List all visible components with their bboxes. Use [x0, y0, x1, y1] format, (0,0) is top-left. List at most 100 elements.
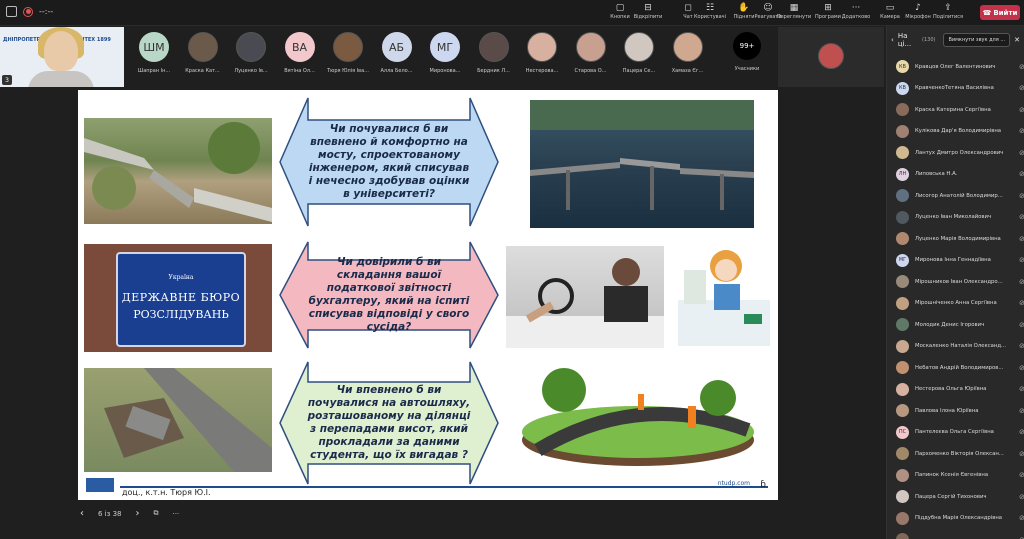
participant-tile[interactable]: Бердник Л... — [470, 32, 518, 74]
slide-url: ntudp.com — [717, 480, 750, 487]
participant-row-name: Миронова Інна Геннадіївна — [915, 257, 991, 264]
participant-row[interactable]: Пархоменко Вікторія Олексан... ⊘ — [887, 443, 1024, 465]
participant-row[interactable]: ПС Пантелеєва Ольга Сергіївна ⊘ — [887, 422, 1024, 444]
mute-all-button[interactable]: Вимкнути звук для ... — [943, 33, 1011, 47]
share-icon: ⇪ — [944, 3, 952, 13]
participant-row[interactable]: Піддубна Марія Олександрівна ⊘ — [887, 508, 1024, 530]
participant-row[interactable]: Нестерова Ольга Юріївна ⊘ — [887, 379, 1024, 401]
participant-tile[interactable]: Краска Кат... — [179, 32, 227, 74]
participant-tile[interactable]: Нестерова... — [518, 32, 566, 74]
leave-button[interactable]: ☎ Вийти — [980, 5, 1020, 20]
participant-row-name: Нестерова Ольга Юріївна — [915, 386, 987, 393]
accountant-illustration — [506, 258, 664, 348]
participant-tile[interactable]: Старова О... — [567, 32, 615, 74]
participant-row[interactable]: Молодик Денис Ігорович ⊘ — [887, 314, 1024, 336]
participant-row[interactable]: Краска Катерина Сергіївна ⊘ — [887, 99, 1024, 121]
participant-row[interactable]: КВ Кравцов Олег Валентинович ⊘ — [887, 56, 1024, 78]
participant-row[interactable]: КВ КравченкоТетяна Василівна ⊘ — [887, 78, 1024, 100]
mic-muted-icon[interactable]: ⊘ — [1019, 321, 1024, 329]
participant-name: Пацера Се... — [622, 68, 656, 74]
view-button[interactable]: ▦ Переглянути — [776, 3, 812, 20]
prev-slide-button[interactable]: ‹ — [80, 508, 84, 519]
mic-muted-icon[interactable]: ⊘ — [1019, 278, 1024, 286]
participant-tile[interactable]: Тюря Юлія Іва... — [324, 32, 372, 74]
participant-row[interactable]: Мірошніченко Анна Сергіївна ⊘ — [887, 293, 1024, 315]
mic-muted-icon[interactable]: ⊘ — [1019, 364, 1024, 372]
participant-tile[interactable]: Хамаза Єг... — [664, 32, 712, 74]
mic-muted-icon[interactable]: ⊘ — [1019, 471, 1024, 479]
participant-row[interactable]: МГ Миронова Інна Геннадіївна ⊘ — [887, 250, 1024, 272]
more-button[interactable]: ··· Додатково — [840, 3, 872, 20]
participant-tile[interactable]: Пацера Се... — [615, 32, 663, 74]
participant-row[interactable]: Павлова Ілона Юріївна ⊘ — [887, 400, 1024, 422]
mic-muted-icon[interactable]: ⊘ — [1019, 84, 1024, 92]
mic-muted-icon[interactable]: ⊘ — [1019, 213, 1024, 221]
mic-muted-icon[interactable]: ⊘ — [1019, 342, 1024, 350]
participant-row[interactable]: ...⊘ — [887, 529, 1024, 539]
more-participants[interactable]: 99+ Учасники — [723, 32, 771, 72]
participant-row-avatar — [896, 146, 909, 160]
participant-row[interactable]: Луценко Марія Володимирівна ⊘ — [887, 228, 1024, 250]
participant-tile[interactable]: Луценко Ів... — [227, 32, 275, 74]
panel-close-icon[interactable]: ✕ — [1014, 36, 1020, 44]
mic-muted-icon[interactable]: ⊘ — [1019, 170, 1024, 178]
mic-icon: ♪ — [915, 3, 921, 13]
participant-tile[interactable]: ВА Вятіна Ол... — [276, 32, 324, 74]
participant-row[interactable]: Пацера Сергій Тихонович ⊘ — [887, 486, 1024, 508]
participant-row[interactable]: Папинок Ксенія Євгенівна ⊘ — [887, 465, 1024, 487]
mic-muted-icon[interactable]: ⊘ — [1019, 127, 1024, 135]
mic-muted-icon[interactable]: ⊘ — [1019, 514, 1024, 522]
mic-muted-icon[interactable]: ⊘ — [1019, 407, 1024, 415]
toolbar-label: Програми — [815, 14, 841, 20]
back-chevron-icon[interactable]: ‹ — [891, 36, 894, 44]
participant-row[interactable]: Москаленко Наталія Олександ... ⊘ — [887, 336, 1024, 358]
more-icon: ··· — [851, 3, 861, 13]
people-button[interactable]: ☷ Користувачі — [694, 3, 726, 20]
unpin-button[interactable]: ⊟ Відкріпити — [632, 3, 664, 20]
participant-row[interactable]: Лисогор Анатолій Володимир... ⊘ — [887, 185, 1024, 207]
mic-muted-icon[interactable]: ⊘ — [1019, 235, 1024, 243]
participant-row[interactable]: Мірошников Іван Олександро... ⊘ — [887, 271, 1024, 293]
question-1-arrow: Чи почувалися б ви впевнено й комфортно … — [278, 96, 500, 228]
mic-button[interactable]: ♪ Мікрофон — [902, 3, 934, 20]
mic-muted-icon[interactable]: ⊘ — [1019, 256, 1024, 264]
participant-row-avatar — [896, 124, 909, 138]
participant-tile[interactable]: МГ Миронова... — [421, 32, 469, 74]
bridge-aerial-illustration — [530, 100, 754, 210]
more-options-icon[interactable]: ··· — [172, 510, 179, 518]
road-survey-image — [518, 360, 758, 470]
share-button[interactable]: ⇪ Поділитися — [932, 3, 964, 20]
presenter-video[interactable]: ДНІПРОПЕТРОВСЬКИЙ ПОЛІТЕХ 1899 3 — [0, 27, 124, 87]
mic-muted-icon[interactable]: ⊘ — [1019, 428, 1024, 436]
mic-muted-icon[interactable]: ⊘ — [1019, 493, 1024, 501]
mic-muted-icon[interactable]: ⊘ — [1019, 149, 1024, 157]
popout-icon[interactable]: ⧉ — [153, 509, 158, 518]
toolbar-label: Переглянути — [776, 14, 812, 20]
toolbar-label: Відкріпити — [633, 14, 663, 20]
participant-row[interactable]: Лантух Дмитро Олександрович ⊘ — [887, 142, 1024, 164]
mic-muted-icon[interactable]: ⊘ — [1019, 450, 1024, 458]
mic-muted-icon[interactable]: ⊘ — [1019, 299, 1024, 307]
participant-tile[interactable]: ШМ Шапран Ін... — [130, 32, 178, 74]
window-icon[interactable] — [6, 6, 17, 17]
participant-row[interactable]: Луценко Іван Миколайович ⊘ — [887, 207, 1024, 229]
mic-muted-icon[interactable]: ⊘ — [1019, 106, 1024, 114]
self-view[interactable] — [778, 27, 884, 87]
participant-avatar — [624, 32, 654, 62]
participant-avatar: ШМ — [139, 32, 169, 62]
participant-row[interactable]: Небатов Андрій Володимиров... ⊘ — [887, 357, 1024, 379]
question-2-text: Чи довірили б ви складання вашої податко… — [308, 256, 470, 333]
landslide-road-illustration — [104, 368, 272, 472]
participant-tile[interactable]: АБ Алла Бело... — [373, 32, 421, 74]
next-slide-button[interactable]: › — [135, 508, 139, 519]
participant-row-avatar — [896, 318, 909, 332]
mic-muted-icon[interactable]: ⊘ — [1019, 192, 1024, 200]
participant-row-avatar: ЛН — [896, 167, 909, 181]
participant-row-avatar — [896, 382, 909, 396]
participant-row[interactable]: Кулікова Дар'я Володимирівна ⊘ — [887, 121, 1024, 143]
mic-muted-icon[interactable]: ⊘ — [1019, 385, 1024, 393]
mic-muted-icon[interactable]: ⊘ — [1019, 63, 1024, 71]
leave-label: Вийти — [993, 8, 1018, 17]
presenter-badge: 3 — [2, 75, 12, 85]
participant-row[interactable]: ЛН Липовська Н.А. ⊘ — [887, 164, 1024, 186]
